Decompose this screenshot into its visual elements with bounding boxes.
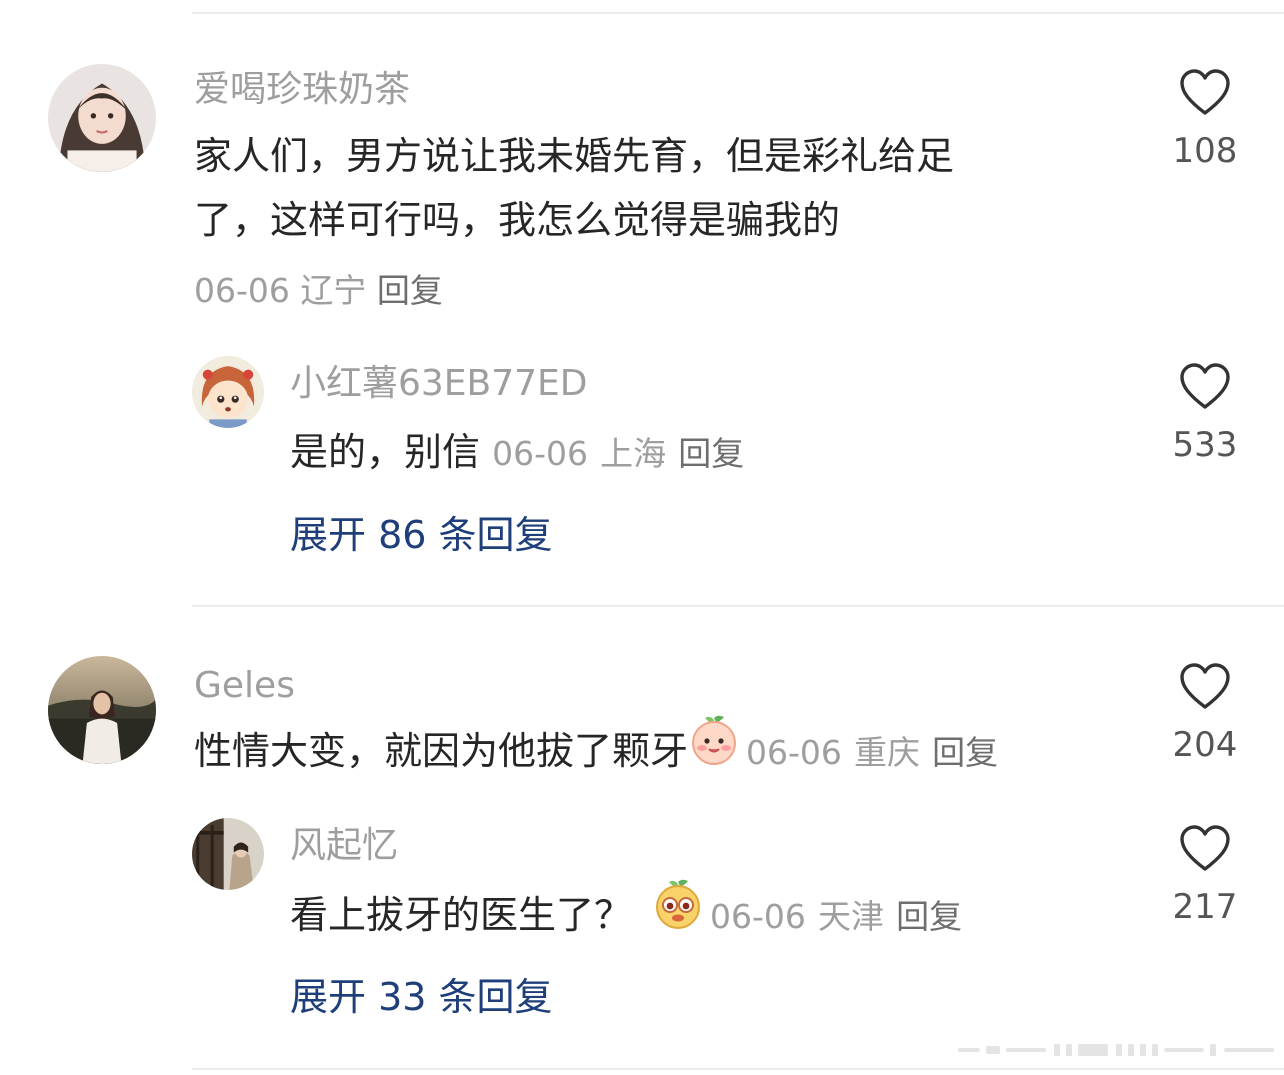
comment-text[interactable]: 家人们，男方说让我未婚先育，但是彩礼给足 了，这样可行吗，我怎么觉得是骗我的	[194, 124, 1094, 252]
comment-content[interactable]: 性情大变，就因为他拔了颗牙 06-06 重庆 回复	[194, 715, 998, 789]
like-button[interactable]: 533	[1160, 362, 1250, 462]
heart-outline-icon	[1180, 825, 1230, 871]
expand-replies-button[interactable]: 展开 33 条回复	[290, 978, 553, 1016]
reply-button[interactable]: 回复	[678, 434, 744, 473]
reply-button[interactable]: 回复	[932, 733, 998, 772]
reply-content[interactable]: 看上拔牙的医生了？ 06-06 天津 回复	[290, 879, 962, 953]
comment-date: 06-06	[746, 733, 842, 772]
reply-date: 06-06	[710, 897, 806, 936]
comment-date: 06-06	[194, 271, 290, 310]
comment-username[interactable]: 爱喝珍珠奶茶	[194, 72, 410, 108]
reply-username[interactable]: 风起忆	[290, 828, 398, 864]
heart-outline-icon	[1180, 663, 1230, 709]
heart-outline-icon	[1180, 363, 1230, 409]
reply-button[interactable]: 回复	[896, 897, 962, 936]
like-count: 533	[1172, 425, 1238, 465]
comment-divider	[192, 605, 1284, 607]
comment-username[interactable]: Geles	[194, 668, 295, 704]
expand-replies-button[interactable]: 展开 86 条回复	[290, 516, 553, 554]
like-count: 204	[1172, 725, 1238, 765]
blush-face-emoji	[688, 714, 740, 785]
top-divider	[192, 12, 1284, 14]
comment-location: 辽宁	[300, 271, 367, 310]
heart-outline-icon	[1180, 69, 1230, 115]
avatar[interactable]	[192, 356, 264, 428]
reply-text: 是的，别信	[290, 430, 481, 474]
like-button[interactable]: 204	[1160, 662, 1250, 762]
funny-face-emoji	[652, 878, 704, 949]
reply-location: 上海	[600, 434, 667, 473]
comment-text-line: 了，这样可行吗，我怎么觉得是骗我的	[194, 198, 841, 242]
comment-divider	[192, 1068, 1284, 1070]
like-button[interactable]: 217	[1160, 824, 1250, 924]
comment-location: 重庆	[854, 733, 920, 772]
reply-text: 看上拔牙的医生了？	[290, 893, 633, 937]
like-count: 108	[1172, 131, 1238, 171]
avatar[interactable]	[192, 818, 264, 890]
avatar[interactable]	[48, 64, 156, 172]
avatar[interactable]	[48, 656, 156, 764]
reply-date: 06-06	[492, 434, 588, 473]
reply-content[interactable]: 是的，别信 06-06 上海 回复	[290, 420, 744, 486]
like-button[interactable]: 108	[1160, 68, 1250, 168]
reply-location: 天津	[818, 897, 884, 936]
reply-username[interactable]: 小红薯63EB77ED	[290, 366, 588, 402]
like-count: 217	[1172, 887, 1238, 927]
reply-button[interactable]: 回复	[377, 271, 443, 310]
comment-text-line: 家人们，男方说让我未婚先育，但是彩礼给足	[194, 134, 955, 178]
watermark	[958, 1044, 1274, 1056]
comment-text: 性情大变，就因为他拔了颗牙	[194, 729, 689, 773]
comment-meta: 06-06 辽宁 回复	[194, 274, 443, 307]
